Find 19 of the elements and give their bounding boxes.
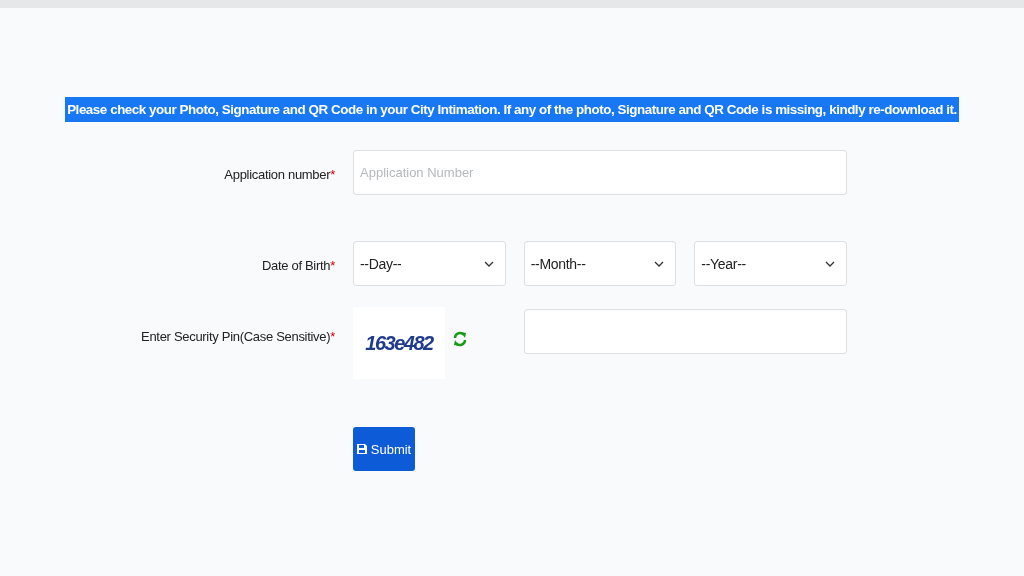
submit-button[interactable]: Submit bbox=[353, 427, 415, 471]
refresh-icon[interactable] bbox=[453, 329, 467, 349]
dropdown[interactable]: --Year-- bbox=[694, 241, 847, 286]
required-asterisk: * bbox=[330, 329, 335, 344]
field-label: Date of Birth bbox=[261, 258, 331, 273]
input-field[interactable]: Application Number bbox=[353, 150, 847, 195]
dropdown[interactable]: --Month-- bbox=[523, 241, 677, 286]
notice-banner: Please check your Photo, Signature and QR Code in your City Intimation. If any of the photo, Signature and QR Code is missing, kindly re-download it. bbox=[65, 97, 959, 122]
chevron-down-icon bbox=[825, 260, 835, 267]
required-asterisk: * bbox=[330, 258, 335, 273]
save-icon bbox=[356, 444, 367, 454]
dropdown[interactable]: --Day-- bbox=[353, 241, 506, 286]
required-asterisk: * bbox=[330, 167, 335, 182]
chevron-down-icon bbox=[483, 260, 494, 267]
chevron-down-icon bbox=[654, 260, 665, 267]
input-field[interactable] bbox=[524, 309, 847, 354]
field-label: Enter Security Pin(Case Sensitive) bbox=[141, 329, 331, 344]
field-label: Application number bbox=[224, 167, 331, 182]
captcha-image: 163e482 bbox=[353, 307, 445, 379]
